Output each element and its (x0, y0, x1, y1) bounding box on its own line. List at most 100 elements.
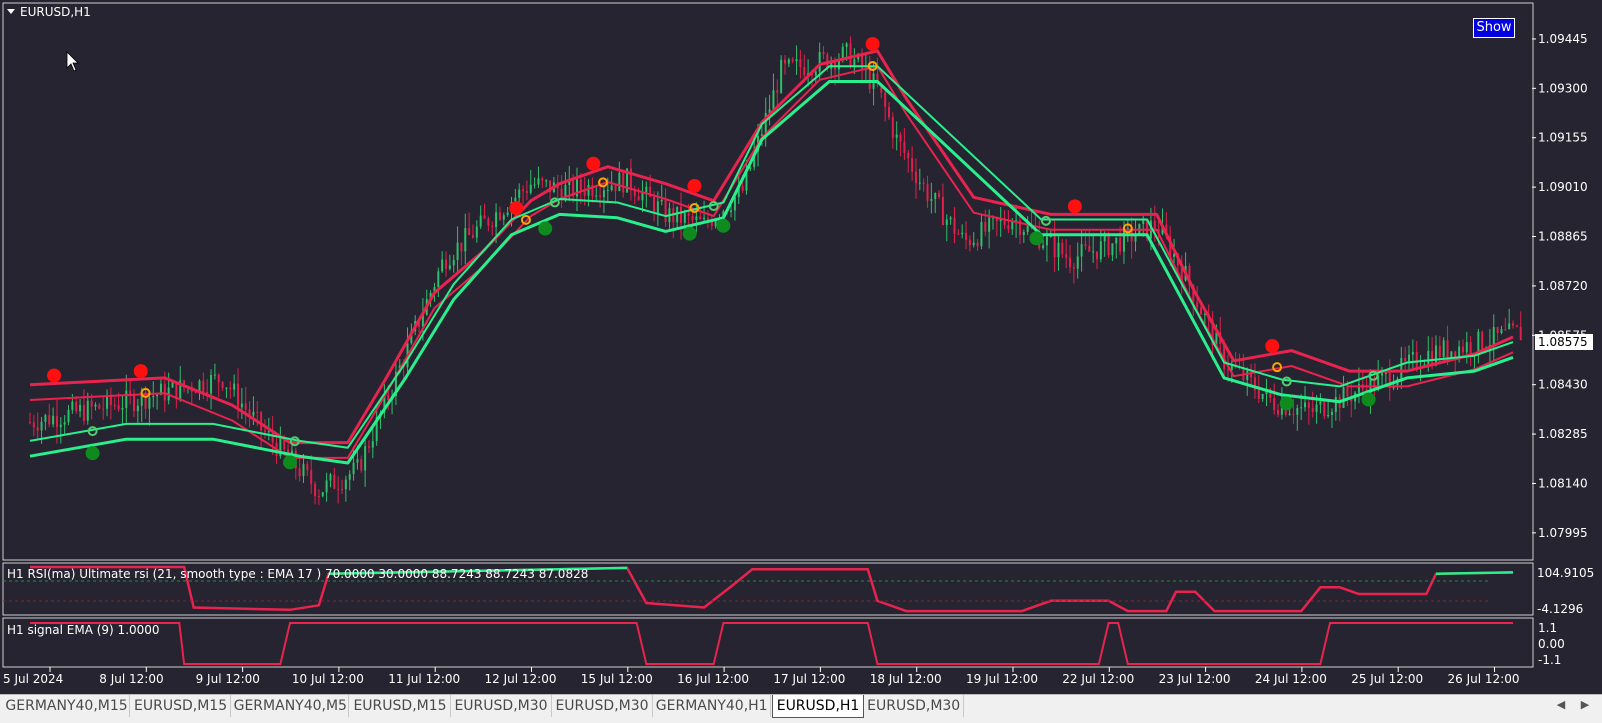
chart-tab[interactable]: EURUSD,M30 (553, 695, 653, 717)
bear-candle (629, 168, 632, 191)
bear-candle (541, 178, 544, 181)
bull-candle (1076, 256, 1079, 269)
bull-candle (86, 400, 89, 421)
bear-candle (903, 141, 906, 153)
time-tick-label: 10 Jul 12:00 (292, 672, 364, 686)
show-button[interactable]: Show (1473, 18, 1515, 38)
bull-candle (949, 217, 952, 220)
bull-candle (1381, 373, 1384, 376)
bull-candle (1173, 254, 1176, 257)
sell-signal-dot (1067, 199, 1082, 214)
chart-tab[interactable]: EURUSD,M15 (131, 695, 232, 717)
bear-candle (90, 400, 93, 407)
buy-signal-dot (538, 221, 553, 236)
chart-tab[interactable]: EURUSD,M30 (864, 695, 965, 717)
bear-candle (1469, 342, 1472, 354)
price-tick-label: 1.08865 (1538, 230, 1588, 244)
bull-candle (437, 271, 440, 288)
bull-candle (930, 198, 933, 201)
bull-candle (52, 415, 55, 425)
bear-candle (1107, 235, 1110, 256)
chart-tab[interactable]: GERMANY40,M5 (232, 695, 350, 717)
tab-scroll-left-icon[interactable]: ◀ (1554, 697, 1568, 713)
bull-candle (545, 180, 548, 182)
bear-candle (525, 191, 528, 193)
bull-candle (1304, 402, 1307, 408)
bear-candle (664, 199, 667, 223)
bull-candle (1315, 404, 1318, 412)
bear-candle (887, 106, 890, 118)
chart-tab[interactable]: EURUSD,M30 (452, 695, 552, 717)
price-tick-label: 1.09300 (1538, 81, 1588, 95)
bear-candle (922, 182, 925, 185)
bear-candle (468, 228, 471, 235)
price-tick-label: 1.08430 (1538, 378, 1588, 392)
bull-candle (695, 216, 698, 221)
bull-candle (1400, 357, 1403, 379)
bull-candle (1057, 242, 1060, 258)
buy-signal-dot (1361, 392, 1376, 407)
chart-tab[interactable]: EURUSD,H1 (771, 695, 865, 718)
bull-candle (1261, 393, 1264, 400)
buy-signal-dot (682, 226, 697, 241)
bear-candle (1519, 326, 1522, 341)
bear-candle (387, 394, 390, 401)
bear-candle (965, 232, 968, 240)
bull-candle (63, 422, 66, 425)
bull-candle (1334, 396, 1337, 412)
tab-scroll-right-icon[interactable]: ▶ (1578, 697, 1592, 713)
chart-tab[interactable]: EURUSD,M15 (351, 695, 451, 717)
bear-candle (75, 401, 78, 412)
bear-candle (914, 171, 917, 184)
bear-candle (133, 394, 136, 412)
bull-candle (1134, 235, 1137, 242)
time-tick-label: 16 Jul 12:00 (677, 672, 749, 686)
bear-candle (1277, 409, 1280, 415)
bull-candle (1500, 329, 1503, 334)
bull-candle (152, 396, 155, 398)
bull-candle (475, 226, 478, 238)
chart-tab[interactable]: GERMANY40,H1 (654, 695, 771, 717)
bull-candle (533, 184, 536, 186)
bear-candle (1273, 397, 1276, 410)
bull-candle (1288, 413, 1291, 415)
bull-candle (371, 441, 374, 448)
bull-candle (918, 182, 921, 184)
bull-candle (44, 415, 47, 422)
bull-candle (136, 405, 139, 412)
bear-candle (1069, 257, 1072, 268)
bear-candle (1512, 323, 1515, 326)
bear-candle (117, 405, 120, 410)
bull-candle (1327, 414, 1330, 417)
bull-candle (606, 189, 609, 191)
bear-candle (1415, 352, 1418, 368)
sell-signal-dot (509, 201, 524, 216)
bull-candle (780, 59, 783, 93)
bear-candle (803, 67, 806, 76)
sell-signal-dot (1265, 339, 1280, 354)
bull-candle (703, 217, 706, 220)
bull-candle (645, 186, 648, 193)
bear-candle (1323, 401, 1326, 417)
bear-candle (899, 134, 902, 142)
signal-tick-mid: 0.00 (1538, 637, 1565, 651)
price-tick-label: 1.09445 (1538, 32, 1588, 46)
bull-candle (1330, 411, 1333, 415)
chart-tab[interactable]: GERMANY40,M15 (4, 695, 131, 717)
bull-candle (537, 178, 540, 185)
bear-candle (622, 172, 625, 193)
bull-candle (456, 242, 459, 260)
price-tick-label: 1.08140 (1538, 476, 1588, 490)
bear-candle (29, 422, 31, 424)
bear-candle (1431, 351, 1434, 365)
bear-candle (861, 55, 864, 70)
bull-candle (1011, 221, 1014, 230)
bear-candle (32, 422, 35, 428)
bear-candle (1200, 307, 1203, 315)
bull-candle (356, 459, 359, 463)
bull-candle (59, 424, 62, 428)
bull-candle (972, 242, 975, 246)
bear-candle (679, 206, 682, 223)
bull-candle (94, 404, 97, 407)
bull-candle (1427, 351, 1430, 365)
